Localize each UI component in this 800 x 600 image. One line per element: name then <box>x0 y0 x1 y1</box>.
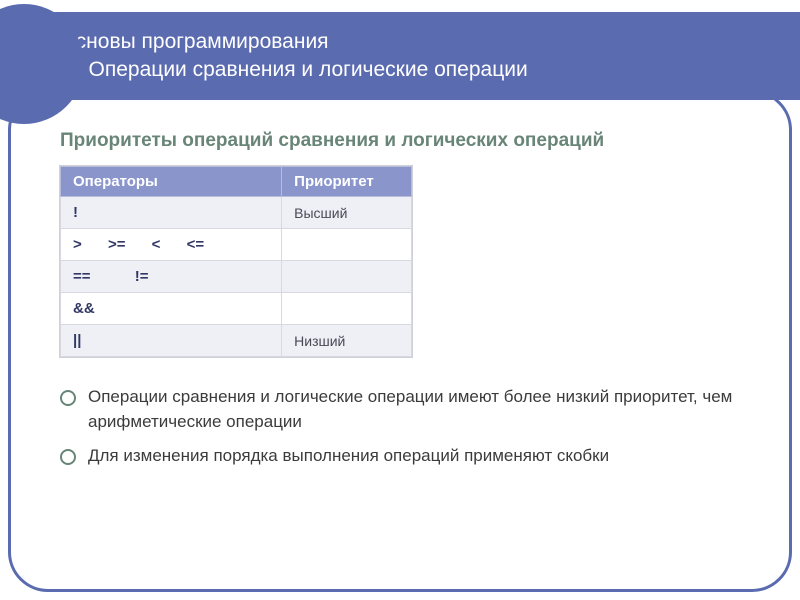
th-priority: Приоритет <box>282 167 412 197</box>
header-line-2: 3.18. Операции сравнения и логические оп… <box>36 56 800 84</box>
header-line-1: 3. Основы программирования <box>36 28 800 56</box>
table-row: > >= < <= <box>61 229 412 261</box>
table-row: && <box>61 293 412 325</box>
cell-prio: Низший <box>282 325 412 357</box>
table-row: == != <box>61 261 412 293</box>
cell-prio: Высший <box>282 197 412 229</box>
slide-content: Приоритеты операций сравнения и логическ… <box>60 130 740 479</box>
slide-header: 3. Основы программирования 3.18. Операци… <box>0 12 800 100</box>
cell-op: && <box>61 293 282 325</box>
cell-op: == != <box>61 261 282 293</box>
table-row: ! Высший <box>61 197 412 229</box>
cell-prio <box>282 261 412 293</box>
bullet-item: Для изменения порядка выполнения операци… <box>60 444 740 469</box>
subtitle: Приоритеты операций сравнения и логическ… <box>60 130 740 152</box>
cell-op: ! <box>61 197 282 229</box>
cell-prio <box>282 293 412 325</box>
priority-table: Операторы Приоритет ! Высший > >= < <= <box>60 166 412 357</box>
cell-op: > >= < <= <box>61 229 282 261</box>
th-operators: Операторы <box>61 167 282 197</box>
cell-prio <box>282 229 412 261</box>
bullet-list: Операции сравнения и логические операции… <box>60 385 740 469</box>
cell-op: || <box>61 325 282 357</box>
bullet-item: Операции сравнения и логические операции… <box>60 385 740 434</box>
table-row: || Низший <box>61 325 412 357</box>
